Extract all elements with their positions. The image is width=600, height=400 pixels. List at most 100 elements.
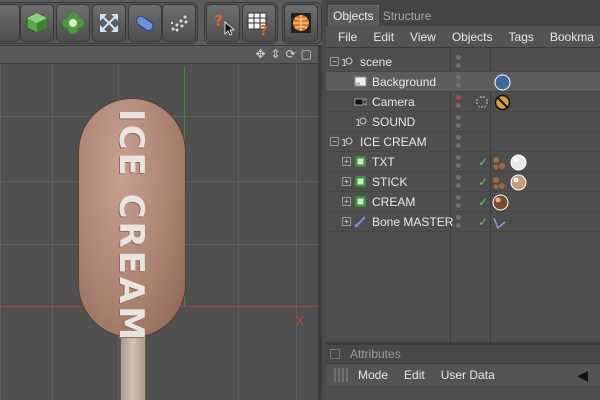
material-tag-icon[interactable] (492, 194, 509, 211)
menu-bookmarks[interactable]: Bookma (550, 30, 594, 44)
enabled-check-icon[interactable]: ✓ (478, 155, 488, 169)
material-tag-icon[interactable] (510, 174, 527, 191)
object-label: Background (372, 75, 437, 89)
tree-row-stick[interactable]: + STICK ✓ (326, 172, 600, 192)
editor-visibility-dot[interactable] (456, 115, 461, 120)
enabled-check-icon[interactable]: ✓ (478, 175, 488, 189)
previous-tool-button[interactable] (0, 4, 20, 42)
render-visibility-dot[interactable] (456, 183, 461, 188)
ice-cream-text-model[interactable]: ICE CREAM (103, 109, 159, 343)
editor-viewport[interactable]: ✥ ⇕ ⟳ ▢ X ICE CREAM (0, 46, 322, 400)
menu-edit[interactable]: Edit (373, 30, 394, 44)
tab-objects[interactable]: Objects (328, 5, 379, 26)
expand-toggle[interactable]: + (342, 197, 351, 206)
enabled-check-icon[interactable]: ✓ (478, 215, 488, 229)
editor-visibility-dot[interactable] (456, 195, 461, 200)
material-tag-icon[interactable] (510, 154, 527, 171)
scene-button[interactable] (128, 4, 162, 42)
object-label: ICE CREAM (360, 135, 427, 149)
editor-visibility-dot[interactable] (456, 155, 461, 160)
stick-model[interactable] (120, 336, 146, 400)
render-visibility-dot[interactable] (456, 83, 461, 88)
tree-row-txt[interactable]: + TXT ✓ (326, 152, 600, 172)
material-tag-icon[interactable] (494, 74, 511, 91)
menu-view[interactable]: View (410, 30, 436, 44)
hyper-nurbs-icon (355, 176, 366, 187)
nurbs-button[interactable] (56, 4, 90, 42)
environment-button[interactable] (162, 4, 196, 42)
help-button[interactable]: ? (206, 4, 240, 42)
expand-toggle[interactable]: + (342, 157, 351, 166)
render-visibility-dot[interactable] (456, 103, 461, 108)
attributes-title: Attributes (350, 347, 401, 361)
zoom-view-icon[interactable]: ⇕ (271, 47, 281, 61)
render-visibility-dot[interactable] (456, 223, 461, 228)
ik-tag-icon[interactable] (492, 216, 506, 230)
hyper-nurbs-icon (355, 196, 366, 207)
menu-objects[interactable]: Objects (452, 30, 493, 44)
object-label: SOUND (372, 115, 416, 129)
target-tag-icon[interactable] (476, 96, 488, 108)
main-toolbar: ? ? (0, 0, 322, 46)
grid-line (0, 64, 1, 400)
object-manager: Objects Structure File Edit View Objects… (326, 0, 600, 342)
menu-user-data[interactable]: User Data (441, 368, 495, 382)
panel-grip-icon[interactable] (334, 367, 350, 382)
menu-tags[interactable]: Tags (509, 30, 534, 44)
tree-row-sound[interactable]: 1 SOUND (326, 112, 600, 132)
editor-visibility-dot[interactable] (456, 175, 461, 180)
tab-structure[interactable]: Structure (379, 6, 436, 26)
editor-visibility-dot[interactable] (456, 135, 461, 140)
editor-visibility-dot[interactable] (456, 75, 461, 80)
tree-row-bone-master[interactable]: + Bone MASTER ✓ (326, 212, 600, 232)
render-visibility-dot[interactable] (456, 63, 461, 68)
particles-icon (170, 15, 188, 32)
svg-text:?: ? (214, 11, 223, 30)
move-view-icon[interactable]: ✥ (255, 47, 265, 61)
collapse-toggle[interactable]: − (330, 137, 339, 146)
render-visibility-dot[interactable] (456, 143, 461, 148)
viewport-header: ✥ ⇕ ⟳ ▢ (0, 46, 318, 64)
menu-edit[interactable]: Edit (404, 368, 425, 382)
null-icon: 1 (341, 137, 353, 148)
tree-row-scene[interactable]: − 1 scene (326, 52, 600, 72)
object-label: scene (360, 55, 393, 69)
panel-checkbox-icon[interactable] (330, 349, 340, 359)
render-visibility-dot[interactable] (456, 123, 461, 128)
attributes-header: Attributes (326, 345, 600, 363)
editor-visibility-dot[interactable] (456, 215, 461, 220)
tree-row-background[interactable]: Background (326, 72, 600, 92)
globe-icon (291, 13, 311, 33)
object-label: Bone MASTER (372, 215, 454, 229)
grid-line (52, 64, 53, 400)
help-table-icon: ? (247, 12, 268, 36)
deformer-button[interactable] (92, 4, 126, 42)
collapse-toggle[interactable]: − (330, 57, 339, 66)
menu-file[interactable]: File (338, 30, 357, 44)
help-browser-button[interactable]: ? (242, 4, 276, 42)
protection-tag-icon[interactable] (494, 94, 511, 111)
editor-visibility-dot[interactable] (456, 95, 461, 100)
null-icon: 1 (355, 117, 367, 128)
cube-button[interactable] (20, 4, 54, 42)
tree-row-ice-cream[interactable]: − 1 ICE CREAM (326, 132, 600, 152)
enabled-check-icon[interactable]: ✓ (478, 195, 488, 209)
menu-mode[interactable]: Mode (358, 368, 388, 382)
grid-line (296, 64, 297, 400)
expand-toggle[interactable]: + (342, 177, 351, 186)
texture-tag-icon[interactable] (492, 174, 509, 191)
rotate-view-icon[interactable]: ⟳ (286, 47, 296, 61)
tree-row-cream[interactable]: + CREAM ✓ (326, 192, 600, 212)
render-visibility-dot[interactable] (456, 203, 461, 208)
editor-visibility-dot[interactable] (456, 55, 461, 60)
tree-row-camera[interactable]: Camera (326, 92, 600, 112)
texture-tag-icon[interactable] (492, 154, 509, 171)
render-visibility-dot[interactable] (456, 163, 461, 168)
maximize-view-icon[interactable]: ▢ (301, 47, 312, 61)
expand-toggle[interactable]: + (342, 217, 351, 226)
viewport-nav: ✥ ⇕ ⟳ ▢ (255, 47, 312, 61)
back-arrow-icon[interactable]: ◀ (577, 367, 588, 384)
bone-icon (354, 216, 366, 228)
web-button[interactable] (284, 4, 318, 42)
model-text: ICE CREAM (111, 108, 152, 344)
